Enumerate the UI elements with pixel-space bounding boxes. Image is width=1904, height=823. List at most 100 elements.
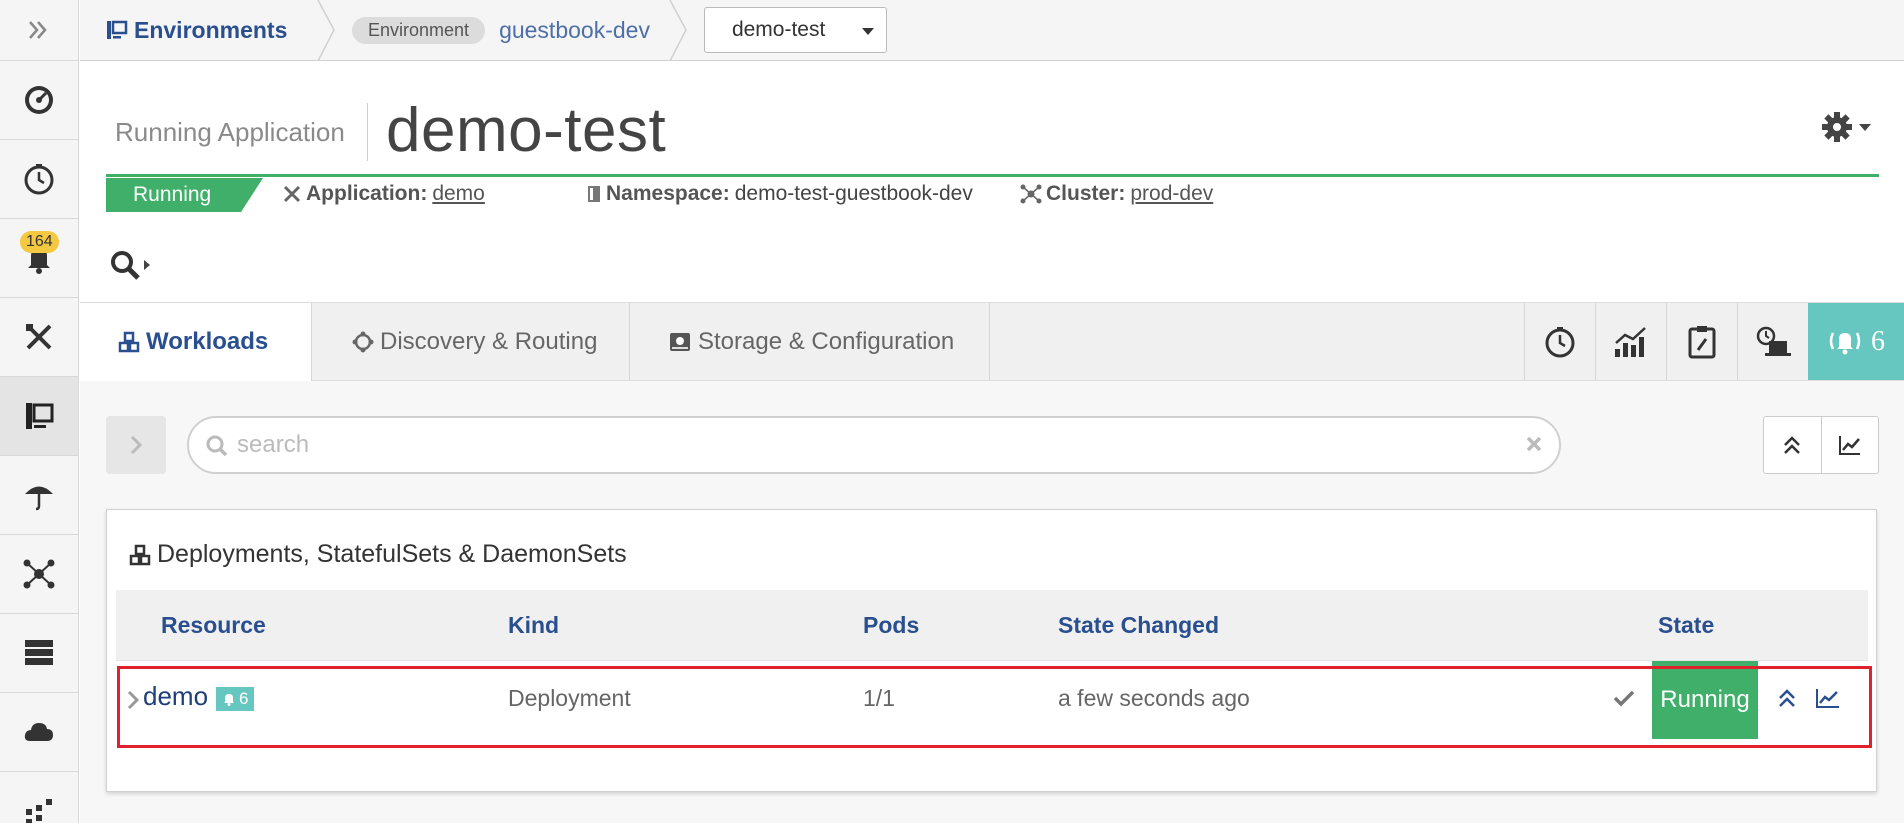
collapse-all-button[interactable] bbox=[1764, 417, 1822, 473]
workloads-panel: Deployments, StatefulSets & DaemonSets R… bbox=[106, 509, 1877, 792]
tab-workloads[interactable]: Workloads bbox=[80, 303, 312, 381]
cluster-nodes-icon bbox=[23, 559, 55, 589]
chart-view-button[interactable] bbox=[1822, 417, 1879, 473]
double-chevron-right-icon bbox=[29, 21, 47, 39]
application-label: Application: bbox=[306, 182, 428, 205]
resource-alerts-count: 6 bbox=[239, 689, 249, 708]
column-header-kind[interactable]: Kind bbox=[508, 612, 559, 639]
breadcrumb-environment-link[interactable]: guestbook-dev bbox=[499, 17, 650, 44]
resource-alerts-badge[interactable]: 6 bbox=[216, 687, 255, 711]
meta-namespace: Namespace: demo-test-guestbook-dev bbox=[586, 182, 973, 206]
namespace-select[interactable]: demo-test bbox=[703, 7, 887, 53]
clock-icon bbox=[24, 164, 54, 195]
tab-storage-configuration-label: Storage & Configuration bbox=[698, 327, 955, 355]
alerts-button[interactable]: 6 bbox=[1808, 303, 1904, 380]
clock-laptop-icon bbox=[1756, 326, 1791, 356]
page-subtitle: Running Application bbox=[115, 117, 345, 147]
column-header-state[interactable]: State bbox=[1658, 612, 1714, 639]
view-actions bbox=[1763, 416, 1879, 474]
panel-title: Deployments, StatefulSets & DaemonSets bbox=[129, 540, 627, 569]
sidebar-item-dashboard[interactable] bbox=[0, 61, 78, 140]
meta-application: Application: demo bbox=[282, 182, 485, 206]
sidebar-item-helm[interactable] bbox=[0, 456, 78, 535]
sidebar-item-history[interactable] bbox=[0, 140, 78, 219]
search-toggle-button[interactable] bbox=[108, 248, 152, 282]
scheduled-button[interactable] bbox=[1737, 303, 1808, 380]
line-chart-icon bbox=[1838, 436, 1860, 455]
sidebar-item-storage[interactable] bbox=[0, 614, 78, 693]
page-title: demo-test bbox=[386, 96, 667, 165]
sidebar: 164 bbox=[0, 0, 79, 823]
resource-kind: Deployment bbox=[508, 685, 631, 711]
bell-icon bbox=[224, 694, 234, 706]
sidebar-item-environments[interactable] bbox=[0, 377, 78, 456]
dashboard-gauge-icon bbox=[25, 86, 53, 114]
book-icon bbox=[588, 186, 600, 202]
tab-workloads-label: Workloads bbox=[146, 328, 269, 355]
resource-name-link[interactable]: demo bbox=[143, 681, 208, 712]
bar-chart-icon bbox=[1615, 326, 1646, 357]
search-input[interactable] bbox=[237, 428, 1487, 462]
clear-icon[interactable] bbox=[1523, 433, 1545, 455]
caret-right-icon bbox=[144, 260, 150, 270]
tools-icon bbox=[26, 324, 52, 350]
chevron-right-icon[interactable] bbox=[126, 689, 140, 711]
cubes-icon bbox=[129, 544, 151, 565]
server-stack-icon bbox=[25, 640, 53, 665]
namespace-value: demo-test-guestbook-dev bbox=[734, 182, 973, 205]
clock-icon bbox=[1545, 326, 1575, 357]
namespace-select-value: demo-test bbox=[731, 18, 826, 41]
column-header-state-changed[interactable]: State Changed bbox=[1058, 612, 1219, 639]
workloads-content: Deployments, StatefulSets & DaemonSets R… bbox=[80, 381, 1904, 823]
history-button[interactable] bbox=[1524, 303, 1595, 380]
breadcrumb-environments-label: Environments bbox=[134, 16, 288, 43]
alerts-button-count: 6 bbox=[1871, 325, 1885, 357]
tab-discovery-routing[interactable]: Discovery & Routing bbox=[312, 303, 630, 380]
double-chevron-up-icon bbox=[1784, 436, 1801, 454]
environments-icon bbox=[26, 403, 54, 429]
sidebar-item-alerts[interactable]: 164 bbox=[0, 219, 78, 298]
tab-storage-configuration[interactable]: Storage & Configuration bbox=[630, 303, 990, 380]
double-chevron-up-icon[interactable] bbox=[1776, 687, 1798, 709]
application-link[interactable]: demo bbox=[432, 182, 485, 206]
search-icon bbox=[111, 251, 140, 280]
sidebar-item-tools[interactable] bbox=[0, 298, 78, 377]
tools-icon bbox=[283, 185, 301, 203]
meta-cluster: Cluster: prod-dev bbox=[1020, 182, 1213, 206]
column-header-pods[interactable]: Pods bbox=[863, 612, 919, 639]
clipboard-button[interactable] bbox=[1666, 303, 1737, 380]
cubes-icon bbox=[118, 331, 140, 353]
sidebar-item-more[interactable] bbox=[0, 772, 78, 823]
cluster-link[interactable]: prod-dev bbox=[1130, 182, 1213, 206]
sidebar-item-cloud[interactable] bbox=[0, 693, 78, 772]
page-header: Running Application demo-test bbox=[106, 95, 1879, 177]
filter-expand-button[interactable] bbox=[106, 416, 166, 474]
breadcrumb-separator-icon bbox=[317, 0, 335, 61]
tab-bar: Workloads Discovery & Routing Storage & … bbox=[80, 302, 1904, 392]
alerts-count-badge: 164 bbox=[20, 231, 59, 253]
sidebar-item-cluster[interactable] bbox=[0, 535, 78, 614]
breadcrumb-environments-link[interactable]: Environments bbox=[80, 0, 316, 60]
search-field bbox=[187, 416, 1561, 474]
caret-down-icon bbox=[1859, 123, 1871, 131]
tab-discovery-routing-label: Discovery & Routing bbox=[380, 327, 598, 355]
caret-down-icon bbox=[861, 28, 874, 35]
breadcrumb: Environments Environment guestbook-dev d… bbox=[80, 0, 1904, 61]
line-chart-icon[interactable] bbox=[1815, 687, 1841, 709]
table-row[interactable]: demo 6 Deployment 1/1 a few seconds ago … bbox=[116, 660, 1868, 740]
cloud-icon bbox=[24, 723, 53, 741]
sidebar-expand-button[interactable] bbox=[0, 0, 78, 61]
umbrella-icon bbox=[25, 486, 53, 511]
column-header-resource[interactable]: Resource bbox=[161, 612, 266, 639]
chevron-right-icon bbox=[130, 435, 143, 455]
breadcrumb-separator-icon bbox=[669, 0, 687, 61]
settings-menu-button[interactable] bbox=[1821, 111, 1871, 143]
status-badge: Running bbox=[106, 178, 263, 212]
resource-pods: 1/1 bbox=[863, 685, 895, 711]
app-meta-bar: Running Application: demo Namespace: dem… bbox=[106, 178, 1879, 212]
resource-state-badge: Running bbox=[1652, 661, 1758, 739]
environments-icon bbox=[107, 20, 128, 39]
namespace-label: Namespace: bbox=[606, 182, 730, 205]
table-header: Resource Kind Pods State Changed State bbox=[116, 590, 1868, 660]
metrics-button[interactable] bbox=[1595, 303, 1666, 380]
